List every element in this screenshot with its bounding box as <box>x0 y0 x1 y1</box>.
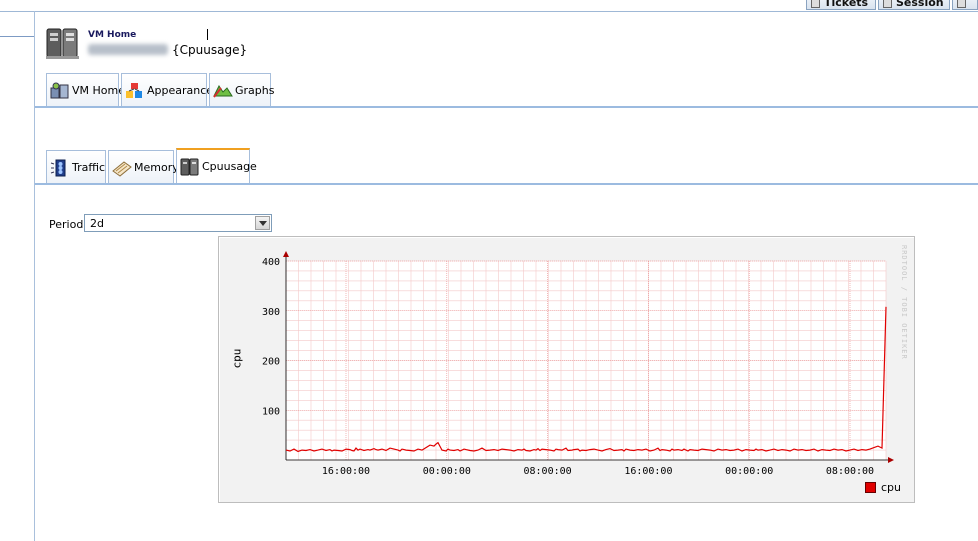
period-label: Period <box>49 218 84 231</box>
y-tick-label: 300 <box>262 307 280 318</box>
top-tab-session[interactable]: Session <box>878 0 950 10</box>
tab-cpuusage[interactable]: Cpuusage <box>176 148 257 184</box>
top-tab-more[interactable] <box>952 0 978 10</box>
left-frame-tick <box>0 36 34 37</box>
tab-label: Graphs <box>235 83 275 97</box>
tab-row-divider <box>35 106 978 108</box>
legend-label: cpu <box>881 481 902 494</box>
top-tab-tickets[interactable]: Tickets <box>806 0 876 10</box>
session-icon <box>883 0 892 8</box>
dropdown-button[interactable] <box>255 216 270 230</box>
left-frame-divider <box>34 11 35 541</box>
tab-label: Memory <box>134 160 179 174</box>
x-axis-arrow <box>888 457 894 463</box>
legend-swatch <box>865 482 876 493</box>
tab-label: Traffic <box>72 160 106 174</box>
vm-home-icon <box>50 82 70 100</box>
blurred-hostname <box>88 44 168 55</box>
tab-memory[interactable]: Memory <box>108 150 179 184</box>
traffic-icon <box>50 159 70 177</box>
appearance-icon <box>125 82 145 100</box>
tab-label: Cpuusage <box>202 160 257 173</box>
text-cursor <box>207 29 208 40</box>
tab-row-divider <box>35 183 978 185</box>
x-tick-label: 00:00:00 <box>725 466 773 477</box>
chart-canvas: 16:00:00 00:00:00 08:00:00 16:00:00 00:00:00… <box>262 251 894 477</box>
x-tick-label: 16:00:00 <box>322 466 370 477</box>
cpu-usage-graph: 16:00:00 00:00:00 08:00:00 16:00:00 00:00:00… <box>218 236 915 503</box>
y-axis-label: cpu <box>230 348 244 369</box>
top-tab-label: Tickets <box>824 0 869 9</box>
period-value: 2d <box>90 217 104 230</box>
y-tick-label: 100 <box>262 406 280 417</box>
page-title: VM Home <box>88 30 137 40</box>
server-icon <box>46 26 80 60</box>
tab-label: Appearance <box>147 83 214 97</box>
page-subtitle: {Cpuusage} <box>172 43 248 57</box>
tab-traffic[interactable]: Traffic <box>46 150 106 184</box>
chevron-down-icon <box>259 221 267 226</box>
y-tick-label: 200 <box>262 357 280 368</box>
tab-label: VM Home <box>72 83 125 97</box>
y-axis-arrow <box>283 251 289 257</box>
x-tick-label: 00:00:00 <box>423 466 471 477</box>
tickets-icon <box>811 0 820 8</box>
y-tick-label: 400 <box>262 257 280 268</box>
period-select[interactable]: 2d <box>84 214 272 232</box>
x-tick-label: 08:00:00 <box>826 466 874 477</box>
chart-legend: cpu <box>865 481 901 494</box>
memory-icon <box>112 159 132 177</box>
x-tick-label: 16:00:00 <box>624 466 672 477</box>
top-tab-bar: Tickets Session <box>0 0 978 12</box>
x-tick-label: 08:00:00 <box>524 466 572 477</box>
tab-appearance[interactable]: Appearance <box>121 73 213 107</box>
rrdtool-credit: RRDTOOL / TOBI OETIKER <box>900 245 908 360</box>
top-tab-label: Session <box>896 0 944 9</box>
more-icon <box>957 0 966 8</box>
graphs-icon <box>213 82 233 100</box>
tab-vm-home[interactable]: VM Home <box>46 73 125 107</box>
cpu-icon <box>180 158 200 176</box>
tab-graphs[interactable]: Graphs <box>209 73 275 107</box>
